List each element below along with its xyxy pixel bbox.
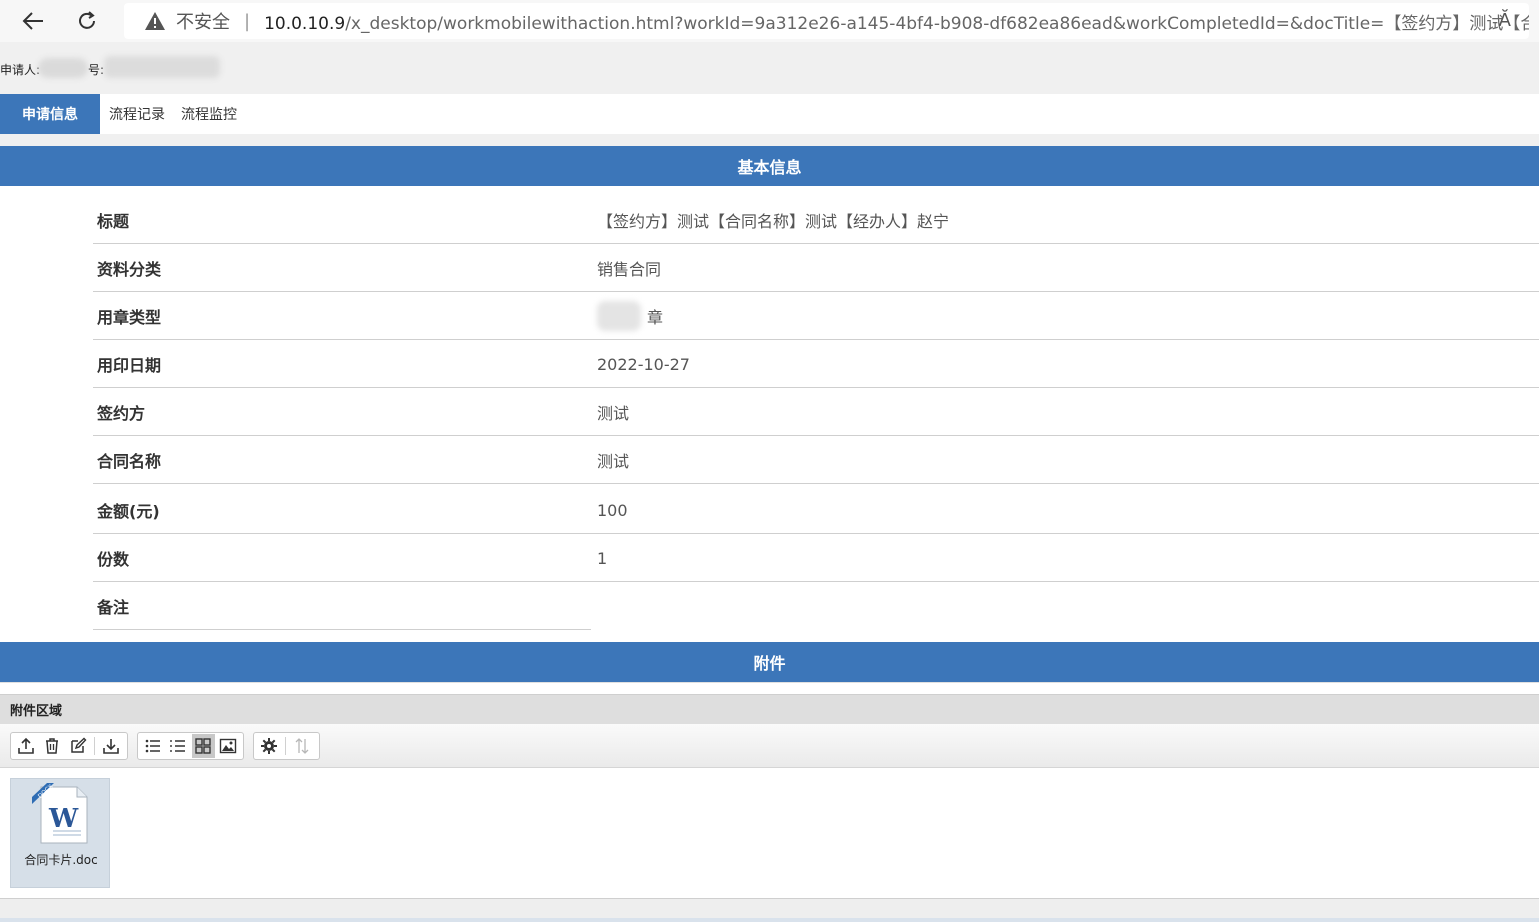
seal-type-text: 章 bbox=[647, 308, 664, 327]
attachment-toolbar bbox=[0, 724, 1539, 768]
form-row-seal-type: 用章类型 章 bbox=[0, 292, 1539, 340]
tabs-divider bbox=[0, 134, 1539, 146]
warning-icon[interactable] bbox=[144, 11, 166, 31]
form-value: 销售合同 bbox=[597, 260, 662, 279]
tab-process-monitor[interactable]: 流程监控 bbox=[181, 94, 237, 134]
toolbar-separator bbox=[94, 737, 95, 755]
back-arrow-icon[interactable] bbox=[18, 6, 48, 36]
sort-icon[interactable] bbox=[290, 734, 314, 758]
read-aloud-icon[interactable]: Ă bbox=[1499, 10, 1511, 31]
toolbar-group-view bbox=[137, 732, 244, 760]
section-header-attachments: 附件 bbox=[0, 642, 1539, 682]
address-bar[interactable]: 不安全 | 10.0.10.9/x_desktop/workmobilewith… bbox=[124, 3, 1529, 39]
url-path: /x_desktop/workmobilewithaction.html?wor… bbox=[345, 13, 1529, 34]
applicant-label: 申请人: bbox=[0, 63, 41, 77]
form-label: 用印日期 bbox=[97, 356, 162, 375]
form-value: 章 bbox=[597, 292, 663, 340]
form-row-signatory: 签约方 测试 bbox=[0, 388, 1539, 436]
form-label: 标题 bbox=[97, 212, 130, 231]
tab-bar: 申请信息 流程记录 流程监控 bbox=[0, 94, 1539, 134]
delete-icon[interactable] bbox=[40, 734, 64, 758]
form-row-remarks: 备注 bbox=[0, 582, 1539, 630]
tab-process-record[interactable]: 流程记录 bbox=[109, 94, 165, 134]
form-value: 1 bbox=[597, 548, 608, 568]
form-row-contract-name: 合同名称 测试 bbox=[0, 436, 1539, 484]
applicant-number-label: 号: bbox=[88, 63, 105, 77]
toolbar-separator bbox=[285, 737, 286, 755]
insecure-label[interactable]: 不安全 bbox=[176, 8, 230, 34]
form-label: 资料分类 bbox=[97, 260, 162, 279]
upload-icon[interactable] bbox=[14, 734, 38, 758]
attachment-file-name[interactable]: 合同卡片.doc bbox=[11, 851, 111, 868]
toolbar-group-file bbox=[10, 732, 128, 760]
form-row-amount: 金额(元) 100 bbox=[0, 486, 1539, 534]
detail-list-icon[interactable] bbox=[166, 734, 189, 758]
divider bbox=[93, 629, 591, 630]
address-separator: | bbox=[244, 10, 251, 32]
form-value: 2022-10-27 bbox=[597, 354, 690, 374]
applicant-bar: 申请人: 号: bbox=[0, 42, 1539, 94]
attachment-list: DOCX W 合同卡片.doc bbox=[0, 768, 1539, 898]
redacted-name bbox=[38, 58, 88, 78]
redacted-seal-type bbox=[597, 301, 641, 331]
image-view-icon[interactable] bbox=[217, 734, 240, 758]
form-value: 【签约方】测试【合同名称】测试【经办人】赵宁 bbox=[597, 212, 950, 231]
form-label: 金额(元) bbox=[97, 502, 160, 521]
divider bbox=[591, 483, 1539, 484]
attachment-area-title: 附件区域 bbox=[0, 694, 1539, 724]
download-icon[interactable] bbox=[99, 734, 123, 758]
edit-icon[interactable] bbox=[66, 734, 90, 758]
settings-gear-icon[interactable] bbox=[257, 734, 281, 758]
grid-view-icon[interactable] bbox=[191, 734, 215, 758]
word-document-icon: DOCX W bbox=[31, 783, 91, 847]
form-value: 测试 bbox=[597, 452, 630, 471]
url-host: 10.0.10.9 bbox=[264, 13, 346, 34]
form-label: 签约方 bbox=[97, 404, 146, 423]
form-row-category: 资料分类 销售合同 bbox=[0, 244, 1539, 292]
form-label: 份数 bbox=[97, 550, 130, 569]
section-header-basic-info: 基本信息 bbox=[0, 146, 1539, 186]
url-text[interactable]: 10.0.10.9/x_desktop/workmobilewithaction… bbox=[264, 9, 1529, 34]
word-letter: W bbox=[48, 804, 79, 834]
form-label: 合同名称 bbox=[97, 452, 162, 471]
bottom-edge bbox=[0, 918, 1539, 922]
basic-info-form: 标题 【签约方】测试【合同名称】测试【经办人】赵宁 资料分类 销售合同 用章类型… bbox=[0, 186, 1539, 642]
attachment-item[interactable]: DOCX W 合同卡片.doc bbox=[10, 778, 110, 888]
tab-application-info[interactable]: 申请信息 bbox=[0, 94, 100, 134]
redacted-number bbox=[104, 56, 220, 78]
form-label: 用章类型 bbox=[97, 308, 162, 327]
form-row-copies: 份数 1 bbox=[0, 534, 1539, 582]
list-view-icon[interactable] bbox=[141, 734, 164, 758]
form-value: 测试 bbox=[597, 404, 630, 423]
form-label: 备注 bbox=[97, 598, 130, 617]
form-value: 100 bbox=[597, 500, 628, 520]
browser-toolbar: 不安全 | 10.0.10.9/x_desktop/workmobilewith… bbox=[0, 0, 1539, 42]
toolbar-group-settings bbox=[253, 732, 320, 760]
attachments-gap bbox=[0, 682, 1539, 694]
form-row-title: 标题 【签约方】测试【合同名称】测试【经办人】赵宁 bbox=[0, 196, 1539, 244]
form-row-seal-date: 用印日期 2022-10-27 bbox=[0, 340, 1539, 388]
divider bbox=[93, 483, 591, 484]
reload-icon[interactable] bbox=[72, 6, 102, 36]
